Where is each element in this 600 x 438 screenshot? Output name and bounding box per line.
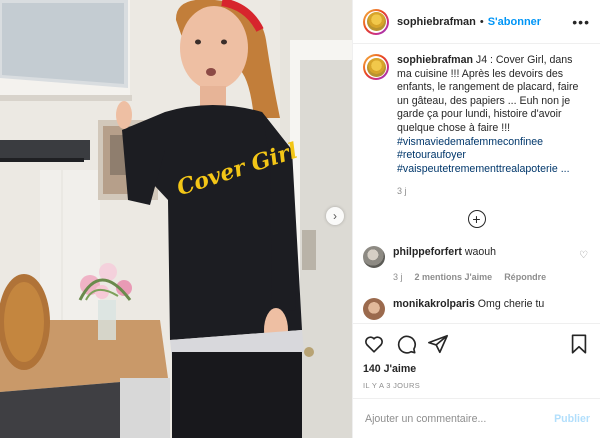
comments-list[interactable]: sophiebrafman J4 : Cover Girl, dans ma c… [353,44,600,323]
instagram-post: Cover Girl › sophiebrafman • S'abonner •… [0,0,600,438]
commenter-username[interactable]: philppeforfert [393,246,462,258]
publish-button[interactable]: Publier [554,413,590,425]
author-avatar[interactable] [363,8,389,35]
comment-item: philppeforfert waouh 3 j 2 mentions J'ai… [363,246,590,284]
comment-age: 3 j [393,272,403,283]
caption-avatar[interactable] [363,54,389,80]
post-date: IL Y A 3 JOURS [363,381,421,390]
caption-username[interactable]: sophiebrafman [397,54,473,66]
photo-scene: Cover Girl [0,0,352,438]
caption: sophiebrafman J4 : Cover Girl, dans ma c… [363,54,590,196]
share-icon[interactable] [427,333,449,355]
comment-text: waouh [464,246,497,259]
comment-input[interactable] [363,411,555,426]
commenter-username[interactable]: monikakrolparis [393,298,475,310]
follow-button[interactable]: S'abonner [488,16,541,28]
bookmark-icon[interactable] [568,333,590,355]
commenter-avatar[interactable] [363,246,385,269]
reply-button[interactable]: Répondre [504,271,546,284]
author-avatar-image [366,12,386,31]
likes-count[interactable]: 140 J'aime [353,363,600,375]
post-photo[interactable]: Cover Girl › [0,0,352,438]
post-header: sophiebrafman • S'abonner ••• [353,0,600,44]
separator-dot: • [479,15,484,28]
comment-likes-link[interactable]: 2 mentions J'aime [415,271,493,284]
comment-item: monikakrolparis Omg cherie tu [363,298,590,321]
post-side-panel: sophiebrafman • S'abonner ••• sophiebraf… [352,0,600,438]
load-more-comments-button[interactable]: + [467,210,486,229]
caption-age: 3 j [397,186,407,197]
comment-text: Omg cherie tu [477,298,545,311]
comment-icon[interactable] [395,333,417,355]
heart-icon[interactable] [363,333,385,355]
chevron-right-icon: › [333,209,337,223]
hashtag-link[interactable]: #vismaviedemafemmeconfinee [397,136,590,150]
plus-circle-icon: + [472,211,481,228]
next-image-button[interactable]: › [326,207,344,225]
action-bar [353,323,600,363]
hashtag-link[interactable]: #retouraufoyer [397,149,590,163]
more-icon[interactable]: ••• [572,14,590,30]
author-username[interactable]: sophiebrafman [397,16,476,28]
commenter-avatar[interactable] [363,298,385,321]
hashtag-link[interactable]: #vaispeutetremementtrealapoterie ... [397,163,590,177]
comment-composer: Publier [353,398,600,438]
comment-like-heart-icon[interactable]: ♡ [579,250,588,261]
